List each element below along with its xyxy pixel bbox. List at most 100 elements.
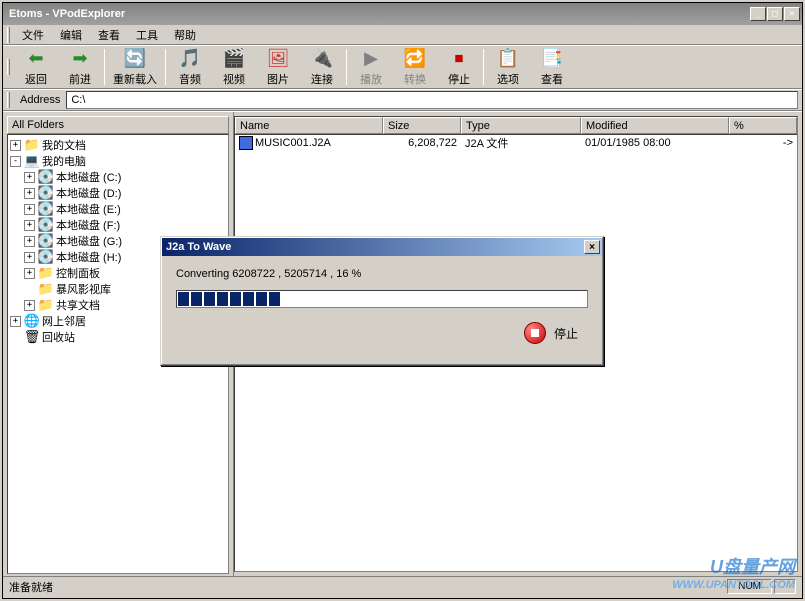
dialog-title: J2a To Wave xyxy=(164,241,584,253)
tree-network[interactable]: 网上邻居 xyxy=(42,313,86,329)
address-bar: Address xyxy=(3,89,802,111)
tree-expand[interactable]: + xyxy=(24,204,35,215)
tree-expand[interactable]: + xyxy=(10,140,21,151)
tree-recycle[interactable]: 回收站 xyxy=(42,329,75,345)
tree-disk-h[interactable]: 本地磁盘 (H:) xyxy=(56,249,121,265)
cell-name: MUSIC001.J2A xyxy=(235,135,383,151)
tree-expand[interactable]: + xyxy=(10,316,21,327)
col-pct[interactable]: % xyxy=(729,117,797,134)
tree-expand[interactable]: + xyxy=(24,252,35,263)
tree-disk-c[interactable]: 本地磁盘 (C:) xyxy=(56,169,121,185)
stop-icon[interactable] xyxy=(524,322,546,344)
convert-button: 🔁 转换 xyxy=(393,46,437,89)
dialog-titlebar[interactable]: J2a To Wave × xyxy=(162,238,602,256)
audio-button[interactable]: 🎵 音频 xyxy=(168,46,212,89)
video-icon: 🎬 xyxy=(223,48,245,70)
col-name[interactable]: Name xyxy=(235,117,383,134)
menu-tools[interactable]: 工具 xyxy=(128,25,166,45)
connect-button[interactable]: 🔌 连接 xyxy=(300,46,344,89)
progress-segment xyxy=(204,292,215,306)
status-text: 准备就绪 xyxy=(9,579,53,595)
statusbar: 准备就绪 NUM xyxy=(3,576,802,596)
tree-expand[interactable]: + xyxy=(24,268,35,279)
tree-mydocs[interactable]: 我的文档 xyxy=(42,137,86,153)
close-button[interactable]: × xyxy=(784,7,800,21)
forward-icon: ➡ xyxy=(69,48,91,70)
address-label: Address xyxy=(14,94,60,106)
disk-icon: 💽 xyxy=(38,249,54,265)
file-icon xyxy=(239,136,253,150)
col-size[interactable]: Size xyxy=(383,117,461,134)
disk-icon: 💽 xyxy=(38,217,54,233)
tree-expand[interactable]: + xyxy=(24,300,35,311)
tree-storm[interactable]: 暴风影视库 xyxy=(56,281,111,297)
tree-shared[interactable]: 共享文档 xyxy=(56,297,100,313)
back-icon: ⬅ xyxy=(25,48,47,70)
play-icon: ▶ xyxy=(360,48,382,70)
folder-icon: 📁 xyxy=(38,265,54,281)
tree-disk-d[interactable]: 本地磁盘 (D:) xyxy=(56,185,121,201)
tree-collapse[interactable]: - xyxy=(10,156,21,167)
col-modified[interactable]: Modified xyxy=(581,117,729,134)
progress-segment xyxy=(243,292,254,306)
separator xyxy=(104,49,105,85)
progress-bar xyxy=(176,290,588,308)
progress-segment xyxy=(256,292,267,306)
toolbar: ⬅ 返回 ➡ 前进 🔄 重新载入 🎵 音频 🎬 视频 🖼 图片 🔌 连接 xyxy=(3,45,802,89)
dialog-stop-button[interactable]: 停止 xyxy=(554,325,578,342)
sidebar-header: All Folders xyxy=(7,116,229,134)
tree-disk-f[interactable]: 本地磁盘 (F:) xyxy=(56,217,120,233)
tree-control[interactable]: 控制面板 xyxy=(56,265,100,281)
back-button[interactable]: ⬅ 返回 xyxy=(14,46,58,89)
menu-edit[interactable]: 编辑 xyxy=(52,25,90,45)
progress-segment xyxy=(191,292,202,306)
tree-expand[interactable]: + xyxy=(24,188,35,199)
video-button[interactable]: 🎬 视频 xyxy=(212,46,256,89)
minimize-button[interactable]: _ xyxy=(750,7,766,21)
computer-icon: 💻 xyxy=(24,153,40,169)
cell-type: J2A 文件 xyxy=(461,135,581,152)
disk-icon: 💽 xyxy=(38,233,54,249)
toolbar-grip[interactable] xyxy=(7,59,10,75)
reload-icon: 🔄 xyxy=(124,48,146,70)
tree-expand[interactable]: + xyxy=(24,236,35,247)
recycle-icon: 🗑 xyxy=(24,329,40,345)
tree-disk-g[interactable]: 本地磁盘 (G:) xyxy=(56,233,122,249)
dialog-status-text: Converting 6208722 , 5205714 , 16 % xyxy=(176,268,588,280)
folder-icon: 📁 xyxy=(38,297,54,313)
dialog-close-button[interactable]: × xyxy=(584,240,600,254)
menu-help[interactable]: 帮助 xyxy=(166,25,204,45)
maximize-button[interactable]: □ xyxy=(767,7,783,21)
menu-file[interactable]: 文件 xyxy=(14,25,52,45)
convert-icon: 🔁 xyxy=(404,48,426,70)
tree-expand[interactable]: + xyxy=(24,172,35,183)
image-button[interactable]: 🖼 图片 xyxy=(256,46,300,89)
reload-button[interactable]: 🔄 重新载入 xyxy=(107,46,163,89)
tree-mycomputer[interactable]: 我的电脑 xyxy=(42,153,86,169)
connect-icon: 🔌 xyxy=(311,48,333,70)
tree-disk-e[interactable]: 本地磁盘 (E:) xyxy=(56,201,121,217)
address-input[interactable] xyxy=(66,91,798,109)
tree-expand[interactable]: + xyxy=(24,220,35,231)
audio-icon: 🎵 xyxy=(179,48,201,70)
address-grip[interactable] xyxy=(7,92,10,108)
cell-size: 6,208,722 xyxy=(383,136,461,150)
image-icon: 🖼 xyxy=(267,48,289,70)
play-button: ▶ 播放 xyxy=(349,46,393,89)
separator xyxy=(346,49,347,85)
titlebar[interactable]: Etoms - VPodExplorer _ □ × xyxy=(3,3,802,25)
progress-segment xyxy=(230,292,241,306)
disk-icon: 💽 xyxy=(38,185,54,201)
menu-grip[interactable] xyxy=(7,27,10,43)
status-num: NUM xyxy=(727,579,772,594)
list-row[interactable]: MUSIC001.J2A 6,208,722 J2A 文件 01/01/1985… xyxy=(235,135,797,151)
view-icon: 📑 xyxy=(541,48,563,70)
col-type[interactable]: Type xyxy=(461,117,581,134)
stop-button[interactable]: ⏹ 停止 xyxy=(437,46,481,89)
folder-icon: 📁 xyxy=(38,281,54,297)
list-header: Name Size Type Modified % xyxy=(235,117,797,135)
options-button[interactable]: 📋 选项 xyxy=(486,46,530,89)
forward-button[interactable]: ➡ 前进 xyxy=(58,46,102,89)
view-button[interactable]: 📑 查看 xyxy=(530,46,574,89)
menu-view[interactable]: 查看 xyxy=(90,25,128,45)
